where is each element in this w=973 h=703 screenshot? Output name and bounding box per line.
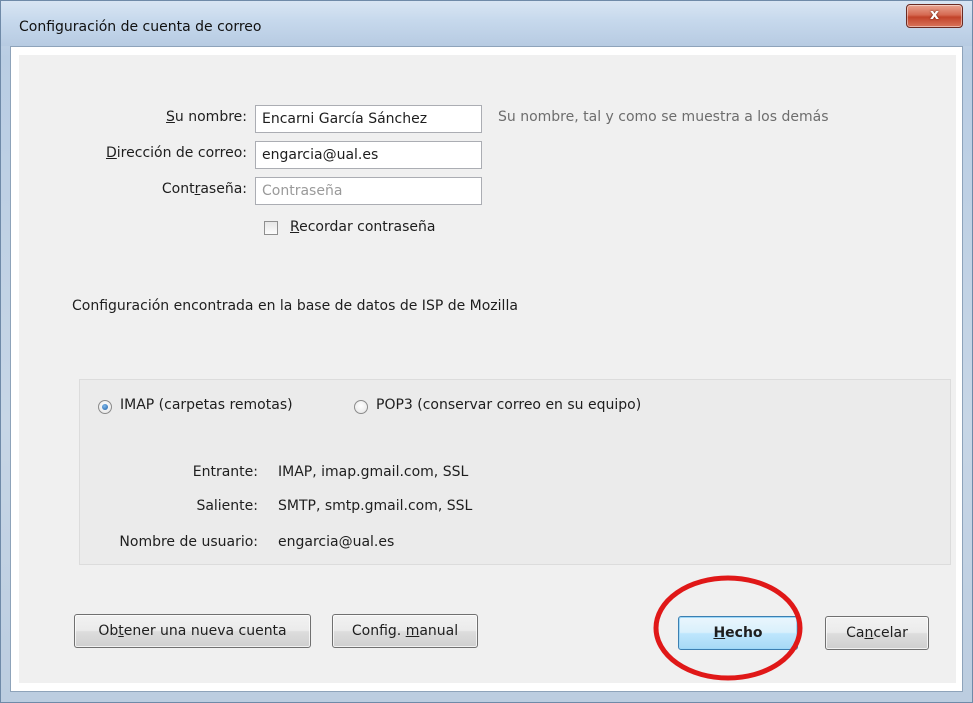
imap-radio[interactable] — [98, 400, 112, 414]
cancel-button[interactable]: Cancelar — [825, 616, 929, 650]
dialog-window: Configuración de cuenta de correo x Su n… — [0, 0, 973, 703]
dialog-body: Su nombre: Su nombre, tal y como se mues… — [10, 46, 963, 692]
incoming-label: Entrante: — [192, 464, 258, 480]
highlight-circle-annotation — [653, 575, 803, 681]
password-label: Contraseña: — [161, 181, 247, 197]
email-label: Dirección de correo: — [106, 145, 247, 161]
outgoing-value: SMTP, smtp.gmail.com, SSL — [278, 498, 473, 514]
remember-password-label[interactable]: Recordar contraseña — [290, 219, 436, 235]
close-icon: x — [929, 7, 940, 23]
window-title: Configuración de cuenta de correo — [19, 19, 262, 35]
name-label: Su nombre: — [166, 109, 247, 125]
highlight-ellipse — [653, 575, 803, 681]
manual-config-button[interactable]: Config. manual — [332, 614, 478, 648]
pop3-radio[interactable] — [354, 400, 368, 414]
pop3-radio-label[interactable]: POP3 (conservar correo en su equipo) — [376, 397, 641, 413]
name-input[interactable] — [255, 105, 482, 133]
title-bar[interactable]: Configuración de cuenta de correo x — [1, 1, 972, 46]
password-input[interactable] — [255, 177, 482, 205]
config-found-status: Configuración encontrada en la base de d… — [72, 298, 518, 314]
close-button[interactable]: x — [906, 4, 963, 28]
email-input[interactable] — [255, 141, 482, 169]
content-panel: Su nombre: Su nombre, tal y como se mues… — [19, 55, 956, 683]
name-hint: Su nombre, tal y como se muestra a los d… — [498, 109, 829, 125]
incoming-value: IMAP, imap.gmail.com, SSL — [278, 464, 469, 480]
server-config-group: IMAP (carpetas remotas) POP3 (conservar … — [79, 379, 951, 565]
outgoing-label: Saliente: — [196, 498, 258, 514]
remember-password-checkbox[interactable] — [264, 221, 278, 235]
username-value: engarcia@ual.es — [278, 534, 395, 550]
imap-radio-label[interactable]: IMAP (carpetas remotas) — [120, 397, 293, 413]
get-new-account-button[interactable]: Obtener una nueva cuenta — [74, 614, 311, 648]
username-label: Nombre de usuario: — [119, 534, 258, 550]
